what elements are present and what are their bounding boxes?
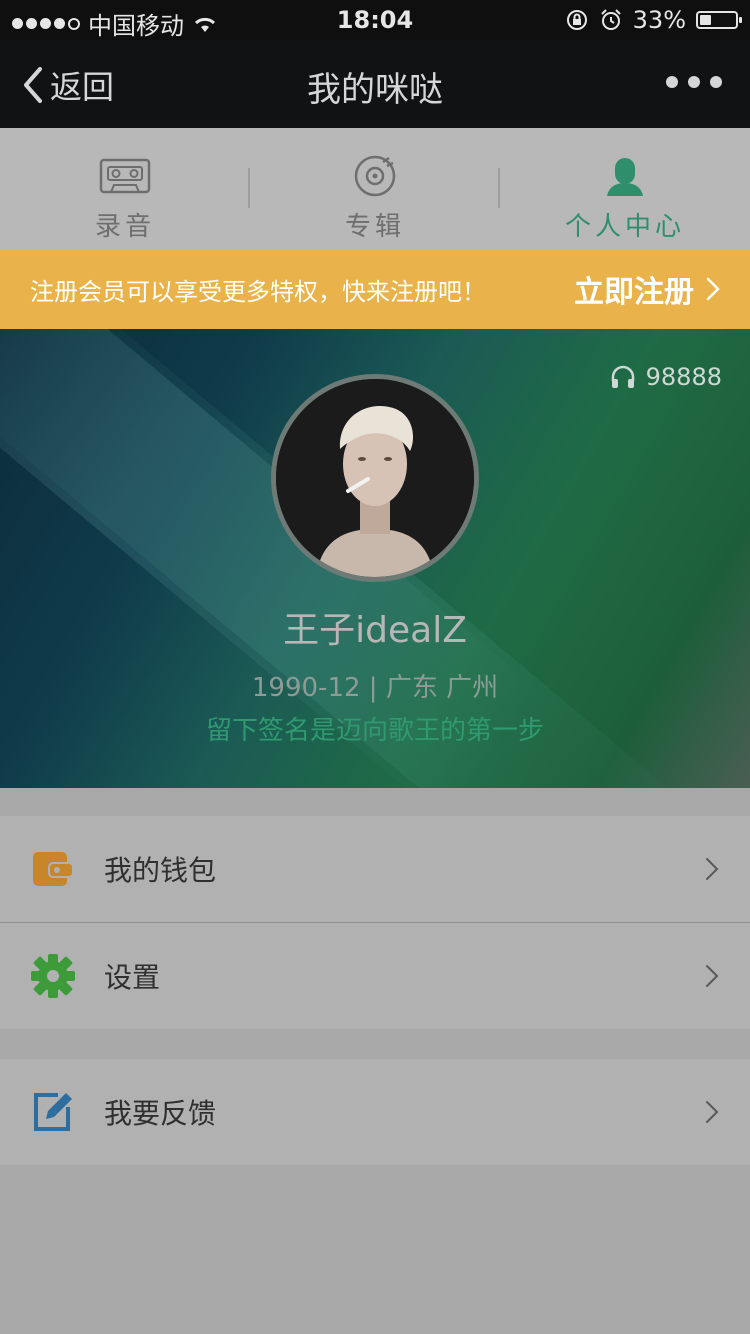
profile-header: 98888 王子idealZ 1990-12 | 广东 广州 留下签名是迈向歌王… xyxy=(0,329,750,788)
disc-icon xyxy=(354,155,396,197)
chevron-right-icon xyxy=(706,277,720,301)
menu-group-feedback: 我要反馈 xyxy=(0,1059,750,1165)
tab-albums[interactable]: 专辑 xyxy=(250,128,500,249)
listen-count-value: 98888 xyxy=(645,363,722,391)
rotation-lock-icon xyxy=(566,10,587,30)
register-message: 注册会员可以享受更多特权，快来注册吧！ xyxy=(30,277,486,306)
page-title: 我的咪哒 xyxy=(307,70,443,110)
birth-location: 1990-12 | 广东 广州 xyxy=(251,673,499,703)
tab-recordings-label: 录音 xyxy=(94,212,155,242)
avatar-photo xyxy=(276,379,474,577)
register-now-label: 立即注册 xyxy=(574,275,694,310)
status-right: 33% xyxy=(565,6,742,34)
register-now-button[interactable]: 立即注册 xyxy=(574,267,720,311)
person-icon xyxy=(607,158,643,196)
battery-icon xyxy=(696,11,742,29)
top-tabs: 录音 专辑 个人中心 xyxy=(0,128,750,249)
menu-item-settings[interactable]: 设置 xyxy=(0,923,750,1029)
battery-percentage: 33% xyxy=(632,6,686,34)
chevron-right-icon xyxy=(706,858,719,880)
gear-icon xyxy=(31,954,75,998)
menu-item-wallet[interactable]: 我的钱包 xyxy=(0,816,750,922)
more-options-button[interactable] xyxy=(666,76,722,88)
signature[interactable]: 留下签名是迈向歌王的第一步 xyxy=(0,710,750,747)
username: 王子idealZ xyxy=(283,610,467,651)
menu-item-feedback-label: 我要反馈 xyxy=(104,1097,217,1130)
tab-recordings[interactable]: 录音 xyxy=(0,128,250,249)
more-icon xyxy=(666,76,678,88)
edit-icon xyxy=(34,1093,72,1131)
register-banner[interactable]: 注册会员可以享受更多特权，快来注册吧！ 立即注册 xyxy=(0,249,750,329)
chevron-right-icon xyxy=(706,1101,719,1123)
menu-item-wallet-label: 我的钱包 xyxy=(104,854,217,887)
listen-count: 98888 xyxy=(610,363,722,391)
alarm-icon xyxy=(600,9,621,30)
chevron-right-icon xyxy=(706,965,719,987)
tab-personal-center-label: 个人中心 xyxy=(564,212,685,242)
tab-albums-label: 专辑 xyxy=(344,212,405,242)
navigation-bar: 返回 我的咪哒 xyxy=(0,40,750,128)
tab-personal-center[interactable]: 个人中心 xyxy=(500,128,750,249)
avatar[interactable] xyxy=(271,374,479,582)
cassette-icon xyxy=(99,158,151,194)
wallet-icon xyxy=(33,852,74,886)
menu-item-feedback[interactable]: 我要反馈 xyxy=(0,1059,750,1165)
menu-group-account: 我的钱包 设置 xyxy=(0,816,750,1029)
menu-item-settings-label: 设置 xyxy=(104,961,161,994)
headphones-icon xyxy=(611,365,634,388)
status-bar: 中国移动 18:04 33% xyxy=(0,0,750,40)
